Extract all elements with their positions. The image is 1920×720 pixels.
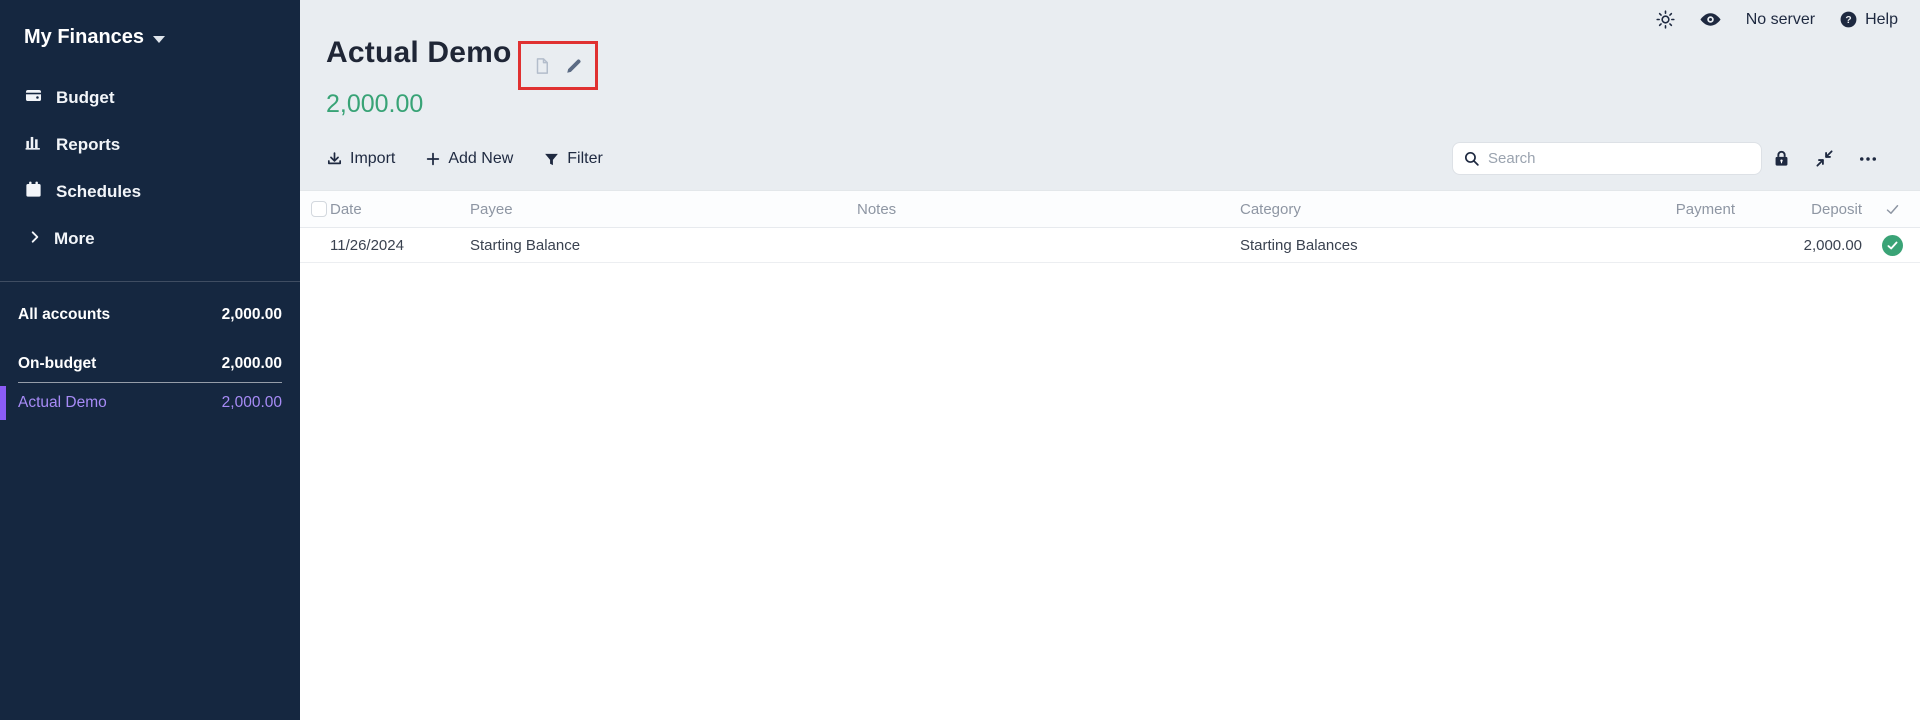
column-header-category[interactable]: Category bbox=[1240, 191, 1560, 227]
sidebar-item-label: Reports bbox=[56, 135, 120, 155]
account-amount: 2,000.00 bbox=[222, 394, 282, 412]
sidebar-item-schedules[interactable]: Schedules bbox=[0, 168, 300, 215]
actual-budget-app: My Finances Budget bbox=[0, 0, 1920, 720]
add-new-button[interactable]: Add New bbox=[425, 150, 513, 168]
cleared-check-icon[interactable] bbox=[1882, 235, 1903, 256]
topbar: No server ? Help bbox=[1656, 8, 1898, 31]
chevron-right-icon bbox=[28, 229, 42, 249]
on-budget-row[interactable]: On-budget 2,000.00 bbox=[0, 347, 300, 381]
bar-chart-icon bbox=[24, 133, 43, 157]
sidebar-item-reports[interactable]: Reports bbox=[0, 121, 300, 168]
transactions-toolbar: Import Add New Filter bbox=[326, 142, 603, 176]
sidebar: My Finances Budget bbox=[0, 0, 300, 720]
sidebar-item-label: Budget bbox=[56, 88, 115, 108]
calendar-icon bbox=[24, 180, 43, 204]
all-accounts-amount: 2,000.00 bbox=[222, 306, 282, 324]
cell-notes[interactable] bbox=[857, 229, 1227, 262]
cell-deposit[interactable]: 2,000.00 bbox=[1745, 229, 1862, 262]
column-header-payment[interactable]: Payment bbox=[1570, 191, 1735, 227]
account-balance: 2,000.00 bbox=[326, 90, 423, 119]
transactions-table-header: Date Payee Notes Category Payment Deposi… bbox=[300, 190, 1920, 228]
server-status[interactable]: No server bbox=[1746, 11, 1815, 29]
privacy-eye-icon[interactable] bbox=[1699, 8, 1722, 31]
account-label: Actual Demo bbox=[18, 394, 107, 412]
import-icon bbox=[326, 151, 343, 168]
all-accounts-label: All accounts bbox=[18, 306, 110, 324]
on-budget-amount: 2,000.00 bbox=[222, 355, 282, 373]
budget-name: My Finances bbox=[24, 26, 144, 49]
sidebar-account-actual-demo[interactable]: Actual Demo 2,000.00 bbox=[0, 386, 300, 420]
select-all-checkbox[interactable] bbox=[311, 201, 327, 217]
filter-button[interactable]: Filter bbox=[543, 150, 603, 168]
caret-down-icon bbox=[153, 36, 165, 43]
edit-pencil-icon[interactable] bbox=[565, 57, 583, 75]
budget-name-menu[interactable]: My Finances bbox=[24, 26, 165, 49]
filter-funnel-icon bbox=[543, 151, 560, 168]
annotation-red-box bbox=[518, 41, 598, 90]
cell-date[interactable]: 11/26/2024 bbox=[330, 229, 460, 262]
transaction-row[interactable]: 11/26/2024 Starting Balance Starting Bal… bbox=[300, 229, 1920, 263]
import-label: Import bbox=[350, 150, 395, 168]
check-icon bbox=[1885, 202, 1900, 217]
account-title: Actual Demo bbox=[326, 36, 512, 70]
lock-icon[interactable] bbox=[1772, 149, 1791, 168]
cell-payee[interactable]: Starting Balance bbox=[470, 229, 850, 262]
column-header-cleared[interactable] bbox=[1872, 191, 1912, 227]
on-budget-underline bbox=[18, 382, 282, 383]
column-header-date[interactable]: Date bbox=[330, 191, 460, 227]
column-header-deposit[interactable]: Deposit bbox=[1745, 191, 1862, 227]
svg-text:?: ? bbox=[1845, 15, 1851, 26]
column-header-payee[interactable]: Payee bbox=[470, 191, 850, 227]
collapse-arrows-icon[interactable] bbox=[1815, 149, 1834, 168]
sidebar-nav: Budget Reports bbox=[0, 74, 300, 262]
import-button[interactable]: Import bbox=[326, 150, 395, 168]
column-header-notes[interactable]: Notes bbox=[857, 191, 1227, 227]
add-new-label: Add New bbox=[448, 150, 513, 168]
search-icon bbox=[1463, 150, 1480, 167]
help-label: Help bbox=[1865, 11, 1898, 29]
all-accounts-row[interactable]: All accounts 2,000.00 bbox=[0, 298, 300, 332]
note-file-icon[interactable] bbox=[533, 57, 551, 75]
search-input[interactable] bbox=[1488, 150, 1751, 167]
search-box[interactable] bbox=[1452, 142, 1762, 175]
sidebar-item-label: Schedules bbox=[56, 182, 141, 202]
plus-icon bbox=[425, 151, 441, 167]
filter-label: Filter bbox=[567, 150, 603, 168]
on-budget-label: On-budget bbox=[18, 355, 96, 373]
cell-category[interactable]: Starting Balances bbox=[1240, 229, 1560, 262]
wallet-icon bbox=[24, 86, 43, 110]
help-circle-icon: ? bbox=[1839, 10, 1858, 29]
sidebar-item-label: More bbox=[54, 229, 95, 249]
sidebar-divider bbox=[0, 281, 300, 282]
sidebar-item-budget[interactable]: Budget bbox=[0, 74, 300, 121]
table-tools bbox=[1772, 142, 1878, 175]
theme-sun-icon[interactable] bbox=[1656, 10, 1675, 29]
sidebar-item-more[interactable]: More bbox=[0, 215, 300, 262]
cell-payment[interactable] bbox=[1570, 229, 1735, 262]
ellipsis-icon[interactable] bbox=[1858, 149, 1878, 169]
help-button[interactable]: ? Help bbox=[1839, 10, 1898, 29]
